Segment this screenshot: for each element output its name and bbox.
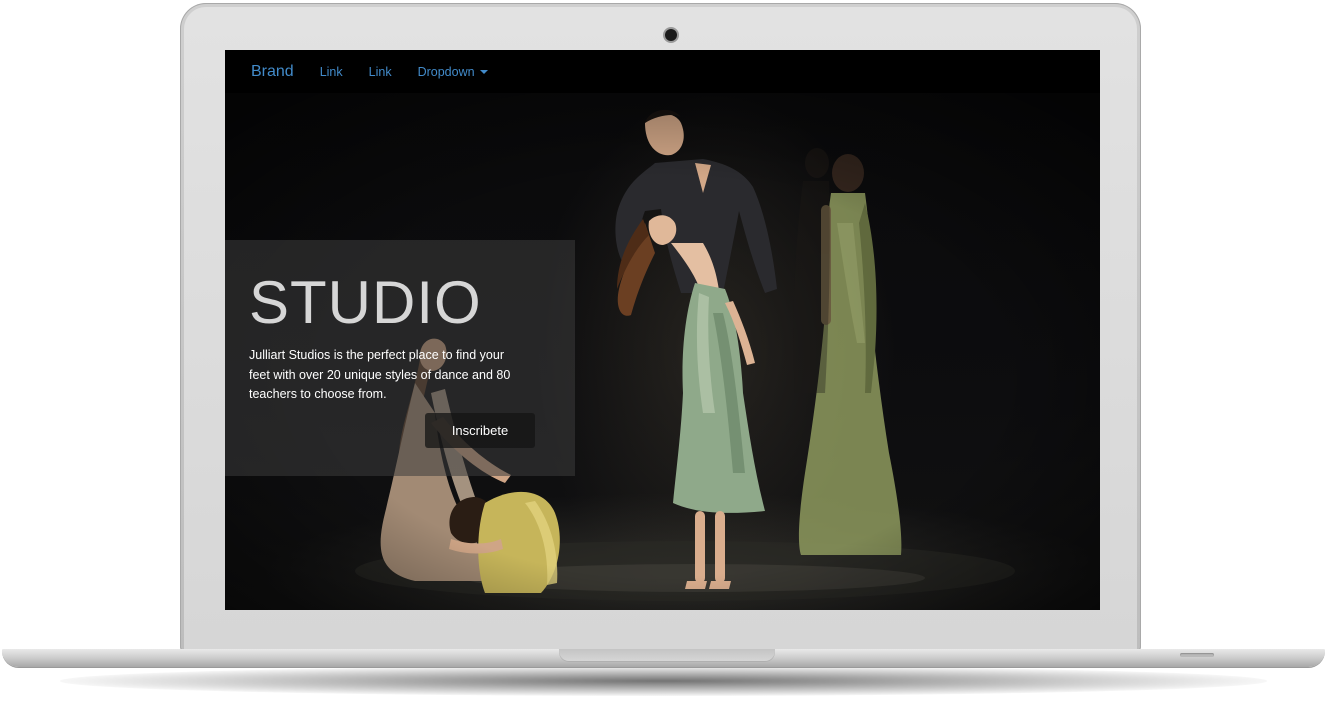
nav-link-1[interactable]: Link bbox=[320, 65, 343, 79]
hero-caption-panel: STUDIO Julliart Studios is the perfect p… bbox=[225, 240, 575, 476]
navbar-brand-link[interactable]: Brand bbox=[251, 63, 294, 81]
laptop-base bbox=[2, 649, 1325, 667]
nav-link-2[interactable]: Link bbox=[369, 65, 392, 79]
inscribete-button[interactable]: Inscribete bbox=[425, 413, 535, 448]
status-led-icon bbox=[1180, 653, 1214, 657]
nav-dropdown-toggle[interactable]: Dropdown bbox=[418, 65, 488, 79]
nav-dropdown-label: Dropdown bbox=[417, 64, 475, 79]
hero-title: STUDIO bbox=[249, 269, 482, 336]
camera-icon bbox=[665, 29, 677, 41]
hero-description: Julliart Studios is the perfect place to… bbox=[249, 348, 511, 401]
laptop-lid-notch bbox=[559, 649, 775, 662]
hero-carousel-slide: STUDIO Julliart Studios is the perfect p… bbox=[225, 93, 1100, 610]
laptop-mockup: Brand Link Link Dropdown STUDIO Julliart… bbox=[0, 0, 1327, 716]
caret-down-icon bbox=[479, 70, 488, 75]
laptop-shadow bbox=[60, 666, 1267, 696]
top-navbar: Brand Link Link Dropdown bbox=[225, 50, 1100, 93]
website-screen: Brand Link Link Dropdown STUDIO Julliart… bbox=[225, 50, 1100, 610]
